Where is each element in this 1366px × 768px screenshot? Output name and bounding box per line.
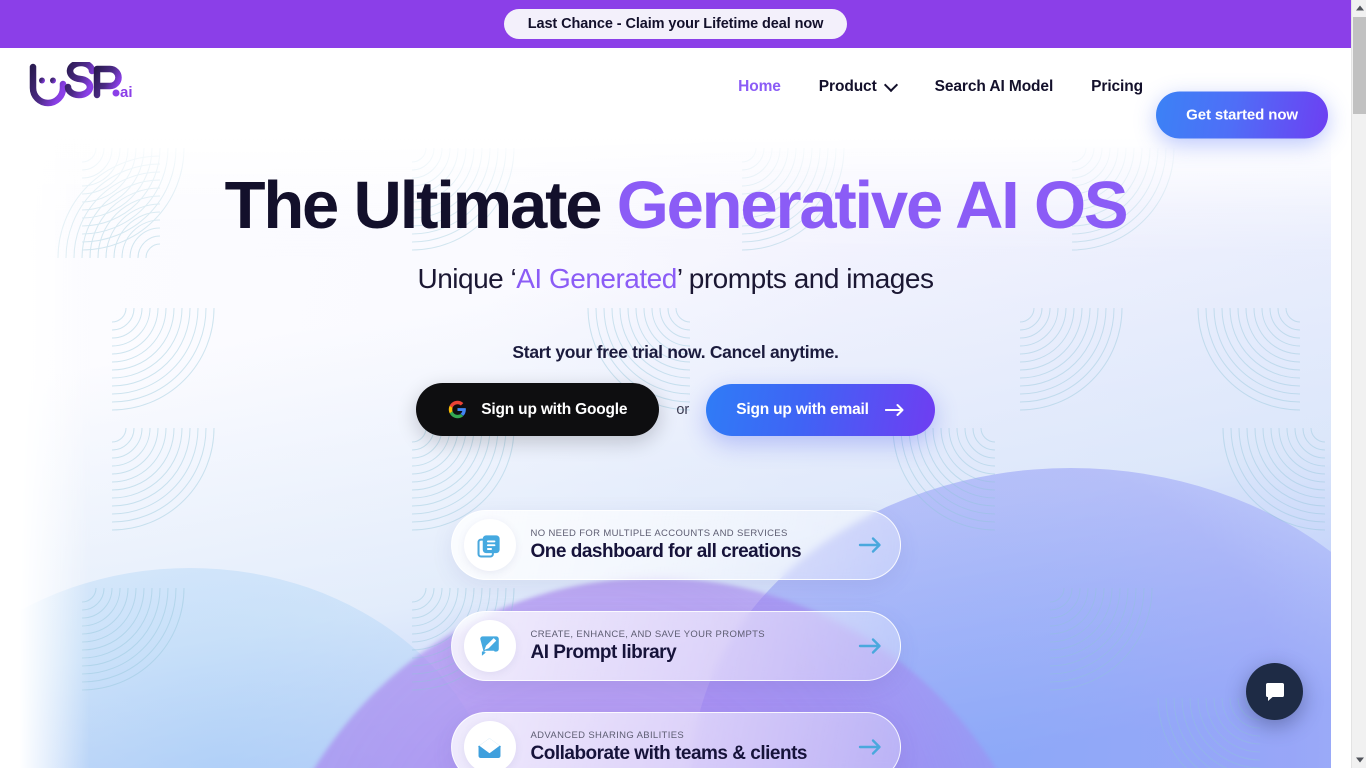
feature-card-collaborate[interactable]: ADVANCED SHARING ABILITIES Collaborate w…: [450, 712, 901, 768]
arrow-right-icon: [884, 403, 904, 416]
free-trial-text: Start your free trial now. Cancel anytim…: [512, 342, 839, 363]
hero-headline-part1: The Ultimate: [224, 168, 617, 243]
nav-item-pricing-label: Pricing: [1091, 78, 1143, 95]
nav-item-search-ai-model-label: Search AI Model: [934, 78, 1054, 95]
primary-nav: Home Product Search AI Model Pricing: [738, 78, 1143, 96]
signup-button-row: Sign up with Google or Sign up with emai…: [20, 383, 1331, 437]
site-header: ai Home Product Search AI Model Pricing: [0, 48, 1351, 139]
feature-card-text: CREATE, ENHANCE, AND SAVE YOUR PROMPTS A…: [531, 629, 843, 664]
feature-card-icon-wrap: [463, 519, 516, 571]
page-root: Last Chance - Claim your Lifetime deal n…: [0, 0, 1366, 768]
scrollbar-up-arrow[interactable]: [1352, 0, 1366, 16]
open-envelope-icon: [478, 737, 501, 758]
nav-item-home-label: Home: [738, 78, 781, 95]
logo-lsp-ai[interactable]: ai: [22, 59, 133, 108]
hero-subheadline: Unique ‘AI Generated’ prompts and images: [20, 263, 1331, 295]
browser-scrollbar[interactable]: [1351, 0, 1366, 768]
chat-widget-button[interactable]: [1246, 663, 1303, 720]
feature-card-title: Collaborate with teams & clients: [530, 742, 808, 764]
nav-item-product[interactable]: Product: [819, 78, 897, 96]
scrollbar-down-arrow[interactable]: [1352, 752, 1366, 768]
chevron-down-icon: [886, 80, 897, 91]
promo-banner: Last Chance - Claim your Lifetime deal n…: [0, 0, 1351, 48]
sign-up-with-email-button[interactable]: Sign up with email: [706, 383, 935, 436]
hero-sub-accent: AI Generated: [516, 263, 677, 295]
hero-section: The Ultimate Generative AI OS Unique ‘AI…: [20, 138, 1331, 768]
nav-item-search-ai-model[interactable]: Search AI Model: [935, 78, 1054, 96]
get-started-button[interactable]: Get started now: [1156, 91, 1328, 139]
feature-card-text: ADVANCED SHARING ABILITIES Collaborate w…: [531, 730, 843, 765]
svg-text:ai: ai: [120, 84, 132, 101]
nav-item-home[interactable]: Home: [738, 78, 781, 96]
or-separator-text: or: [676, 401, 690, 418]
sign-up-with-email-label: Sign up with email: [736, 400, 869, 418]
hero-sub-part2: ’ prompts and images: [676, 263, 934, 295]
hero-sub-part1: Unique ‘: [417, 263, 517, 295]
nav-item-pricing[interactable]: Pricing: [1091, 78, 1143, 96]
arrow-right-icon: [858, 739, 881, 755]
arrow-right-icon: [858, 638, 881, 654]
feature-card-kicker: NO NEED FOR MULTIPLE ACCOUNTS AND SERVIC…: [530, 527, 788, 539]
browser-viewport: Last Chance - Claim your Lifetime deal n…: [0, 0, 1351, 768]
feature-card-text: NO NEED FOR MULTIPLE ACCOUNTS AND SERVIC…: [531, 528, 843, 563]
hero-headline-accent: Generative AI OS: [616, 168, 1129, 243]
feature-card-icon-wrap: [463, 620, 516, 672]
feature-card-kicker: ADVANCED SHARING ABILITIES: [530, 729, 685, 741]
sign-up-with-google-label: Sign up with Google: [481, 400, 628, 418]
feature-card-dashboard[interactable]: NO NEED FOR MULTIPLE ACCOUNTS AND SERVIC…: [450, 510, 901, 580]
stacked-documents-icon: [477, 534, 500, 557]
google-logo-icon: [449, 401, 467, 419]
feature-card-title: One dashboard for all creations: [530, 540, 802, 562]
feature-card-icon-wrap: [463, 721, 516, 768]
arrow-right-icon: [858, 537, 881, 553]
hero-headline: The Ultimate Generative AI OS: [20, 168, 1331, 243]
promo-banner-pill[interactable]: Last Chance - Claim your Lifetime deal n…: [503, 9, 848, 39]
logo-mark-icon: ai: [29, 59, 133, 107]
nav-item-product-label: Product: [818, 78, 877, 95]
sign-up-with-google-button[interactable]: Sign up with Google: [416, 383, 660, 437]
feature-card-title: AI Prompt library: [530, 641, 677, 663]
feature-card-kicker: CREATE, ENHANCE, AND SAVE YOUR PROMPTS: [530, 628, 765, 640]
chat-bubble-icon: [1265, 682, 1284, 701]
feature-card-list: NO NEED FOR MULTIPLE ACCOUNTS AND SERVIC…: [450, 510, 901, 768]
prompt-edit-icon: [480, 635, 499, 656]
feature-card-prompt-library[interactable]: CREATE, ENHANCE, AND SAVE YOUR PROMPTS A…: [450, 611, 901, 681]
scrollbar-thumb[interactable]: [1353, 17, 1366, 114]
